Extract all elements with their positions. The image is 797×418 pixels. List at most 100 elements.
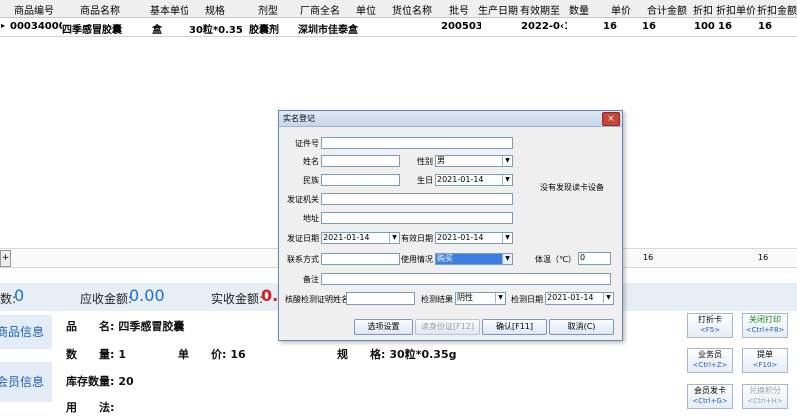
name-input[interactable] — [321, 155, 400, 167]
discount-card-button[interactable]: 打折卡 <F5> — [687, 313, 733, 338]
member-card-button[interactable]: 会员发卡 <Ctrl+G> — [687, 384, 733, 409]
product-stock-label: 库存数量: — [66, 375, 115, 388]
cell-expiry: 2022-0‹1 — [521, 21, 567, 32]
tab-member-info[interactable]: 会员信息 — [0, 362, 52, 402]
col-disc-amount[interactable]: 折扣金额 — [757, 2, 797, 17]
cell-qty: 16 — [603, 21, 617, 32]
confirm-button[interactable]: 确认[F11] — [482, 319, 547, 335]
product-name-row: 品 名: 四季感冒胶囊 — [66, 318, 184, 334]
cell-code: 00034000C — [10, 21, 62, 32]
col-discount[interactable]: 折扣 — [693, 2, 715, 17]
receivable-value: 0.00 — [129, 286, 165, 305]
product-price-value: 16 — [230, 348, 246, 361]
valid-date-label: 有效日期 — [401, 234, 433, 243]
gender-label: 性别 — [417, 157, 433, 166]
product-qty-value: 1 — [118, 348, 127, 361]
col-disc-price[interactable]: 折扣单价 — [716, 2, 756, 17]
table-row[interactable]: ▸ 00034000C 四季感冒胶囊 盒 30粒*0.35 胶囊剂 深圳市佳泰盒… — [0, 18, 797, 37]
authority-input[interactable] — [321, 193, 513, 205]
col-code[interactable]: 商品编号 — [14, 2, 60, 17]
birth-picker[interactable]: 2021-01-14 ▼ — [435, 174, 513, 186]
received-value: 0. — [261, 286, 279, 305]
product-price-row: 单 价: 16 — [178, 346, 246, 362]
col-location[interactable]: 货位名称 — [392, 2, 438, 17]
redeem-points-button[interactable]: 兑换积分 <Ctrl+H> — [742, 384, 788, 409]
receivable-label: 应收金额: — [80, 292, 133, 306]
col-maker[interactable]: 厂商全名 — [300, 2, 346, 17]
product-qty-label: 数 量: — [66, 348, 115, 361]
close-icon[interactable]: × — [602, 112, 620, 126]
product-spec-row: 规 格: 30粒*0.35g — [337, 346, 456, 362]
salesperson-button[interactable]: 业务员 <Ctrl+Z> — [687, 348, 733, 373]
grid-header: 商品编号 商品名称 基本单位 规格 剂型 厂商全名 单位 货位名称 批号 生产日… — [0, 0, 797, 18]
test-result-select[interactable]: 阴性 ▼ — [455, 292, 506, 305]
dialog-titlebar[interactable]: 实名登记 × — [279, 111, 622, 127]
cell-spec: 30粒*0.35 — [189, 25, 243, 36]
issue-date-picker[interactable]: 2021-01-14 ▼ — [321, 232, 400, 244]
col-form[interactable]: 剂型 — [258, 2, 282, 17]
options-button[interactable]: 选项设置 — [354, 319, 413, 335]
col-spec[interactable]: 规格 — [205, 2, 229, 17]
test-date-label: 检测日期 — [511, 295, 543, 304]
col-unit2[interactable]: 单位 — [356, 2, 380, 17]
test-result-label: 检测结果 — [421, 295, 453, 304]
address-label: 地址 — [303, 214, 319, 223]
expand-button[interactable]: + — [0, 250, 11, 267]
col-qty[interactable]: 数量 — [569, 2, 599, 17]
product-price-label: 单 价: — [178, 348, 227, 361]
col-name[interactable]: 商品名称 — [80, 2, 128, 17]
no-device-text: 没有发现读卡设备 — [540, 183, 604, 192]
product-name-label: 品 名: — [66, 320, 115, 333]
cancel-button[interactable]: 取消(C) — [549, 319, 614, 335]
id-label: 证件号 — [295, 139, 319, 148]
chevron-down-icon[interactable]: ▼ — [502, 254, 512, 264]
footer-total: 16 — [643, 253, 654, 262]
remark-input[interactable] — [321, 273, 611, 285]
col-unit[interactable]: 基本单位 — [150, 2, 188, 17]
chevron-down-icon[interactable]: ▼ — [495, 293, 505, 303]
cell-discount: 100 — [694, 21, 715, 32]
product-spec-label: 规 格: — [337, 348, 386, 361]
product-usage-row: 用 法: — [66, 399, 118, 415]
address-input[interactable] — [321, 212, 513, 224]
pickup-button[interactable]: 提单 <F10> — [742, 348, 788, 373]
ethnicity-input[interactable] — [321, 174, 400, 186]
gender-select[interactable]: 男 ▼ — [435, 155, 513, 167]
ethnicity-label: 民族 — [303, 176, 319, 185]
test-date-picker[interactable]: 2021-01-14 ▼ — [545, 292, 614, 305]
cell-unit: 盒 — [152, 25, 162, 36]
temperature-input[interactable]: 0 — [578, 252, 611, 265]
close-print-button[interactable]: 关闭打印 <Ctrl+F8> — [742, 313, 788, 338]
cell-maker: 深圳市佳泰盒 — [298, 25, 358, 36]
read-id-button[interactable]: 读身份证[F12] — [415, 319, 480, 335]
col-total[interactable]: 合计金额 — [647, 2, 691, 17]
chevron-down-icon[interactable]: ▼ — [603, 293, 613, 303]
col-expiry[interactable]: 有效期至 — [520, 2, 560, 17]
issue-date-value: 2021-01-14 — [323, 233, 370, 242]
name-label: 姓名 — [303, 157, 319, 166]
col-batch[interactable]: 批号 — [449, 2, 473, 17]
product-usage-label: 用 法: — [66, 401, 115, 414]
test-name-input[interactable] — [346, 292, 415, 305]
test-date-value: 2021-01-14 — [547, 293, 594, 302]
authority-label: 发证机关 — [287, 195, 319, 204]
temperature-label: 体温（℃） — [535, 255, 576, 264]
footer-disc-total: 16 — [758, 253, 769, 262]
product-stock-value: 20 — [118, 375, 134, 388]
birth-label: 生日 — [417, 176, 433, 185]
valid-date-picker[interactable]: 2021-01-14 ▼ — [435, 232, 513, 244]
tab-product-info[interactable]: 商品信息 — [0, 315, 52, 349]
real-name-dialog: 实名登记 × 证件号 姓名 性别 男 ▼ 民族 生日 2021-01-14 ▼ 没有… — [278, 110, 623, 341]
usage-select[interactable]: 购买 ▼ — [435, 253, 513, 265]
test-name-label: 核酸检测证明姓名 — [285, 295, 349, 304]
cell-name: 四季感冒胶囊 — [62, 25, 122, 36]
chevron-down-icon[interactable]: ▼ — [502, 156, 512, 166]
valid-date-value: 2021-01-14 — [437, 233, 484, 242]
col-prod-date[interactable]: 生产日期 — [478, 2, 520, 17]
col-price[interactable]: 单价 — [611, 2, 635, 17]
chevron-down-icon[interactable]: ▼ — [502, 233, 512, 243]
chevron-down-icon[interactable]: ▼ — [502, 175, 512, 185]
cell-price: 16 — [642, 21, 656, 32]
contact-input[interactable] — [321, 253, 400, 265]
id-input[interactable] — [321, 137, 513, 149]
